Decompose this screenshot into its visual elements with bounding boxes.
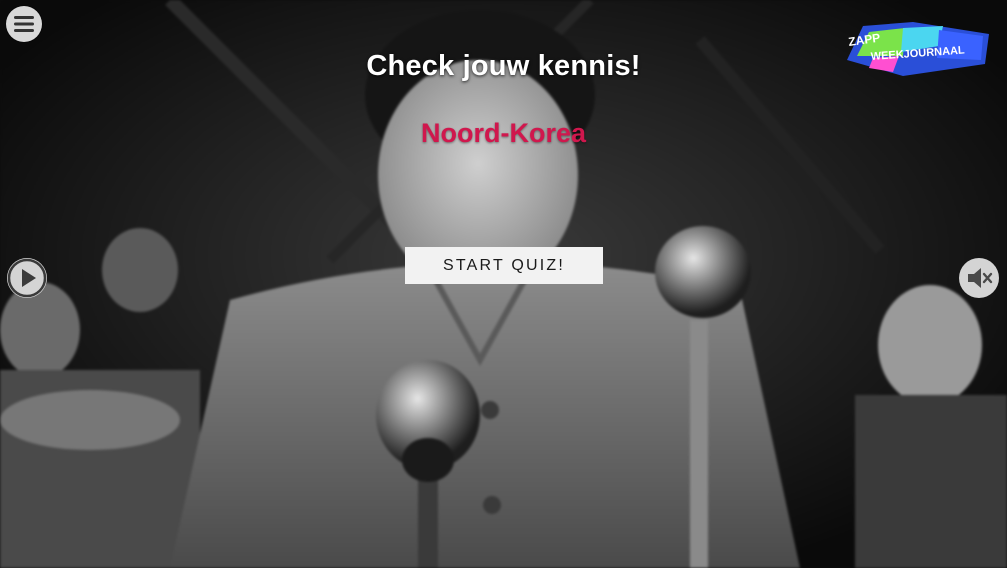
mute-button[interactable]	[959, 258, 999, 298]
quiz-title: Check jouw kennis!	[366, 50, 641, 82]
start-quiz-button[interactable]: START QUIZ!	[405, 247, 603, 284]
menu-icon	[14, 16, 34, 32]
quiz-topic: Noord-Korea	[420, 118, 586, 148]
play-button[interactable]	[7, 258, 47, 298]
play-icon	[7, 258, 47, 298]
quiz-overlay: ZAPP WEEKJOURNAAL Check jouw kennis! Noo…	[0, 0, 1007, 568]
mute-icon	[968, 268, 993, 288]
menu-button[interactable]	[6, 6, 42, 42]
quiz-stage: ZAPP WEEKJOURNAAL Check jouw kennis! Noo…	[0, 0, 1007, 568]
